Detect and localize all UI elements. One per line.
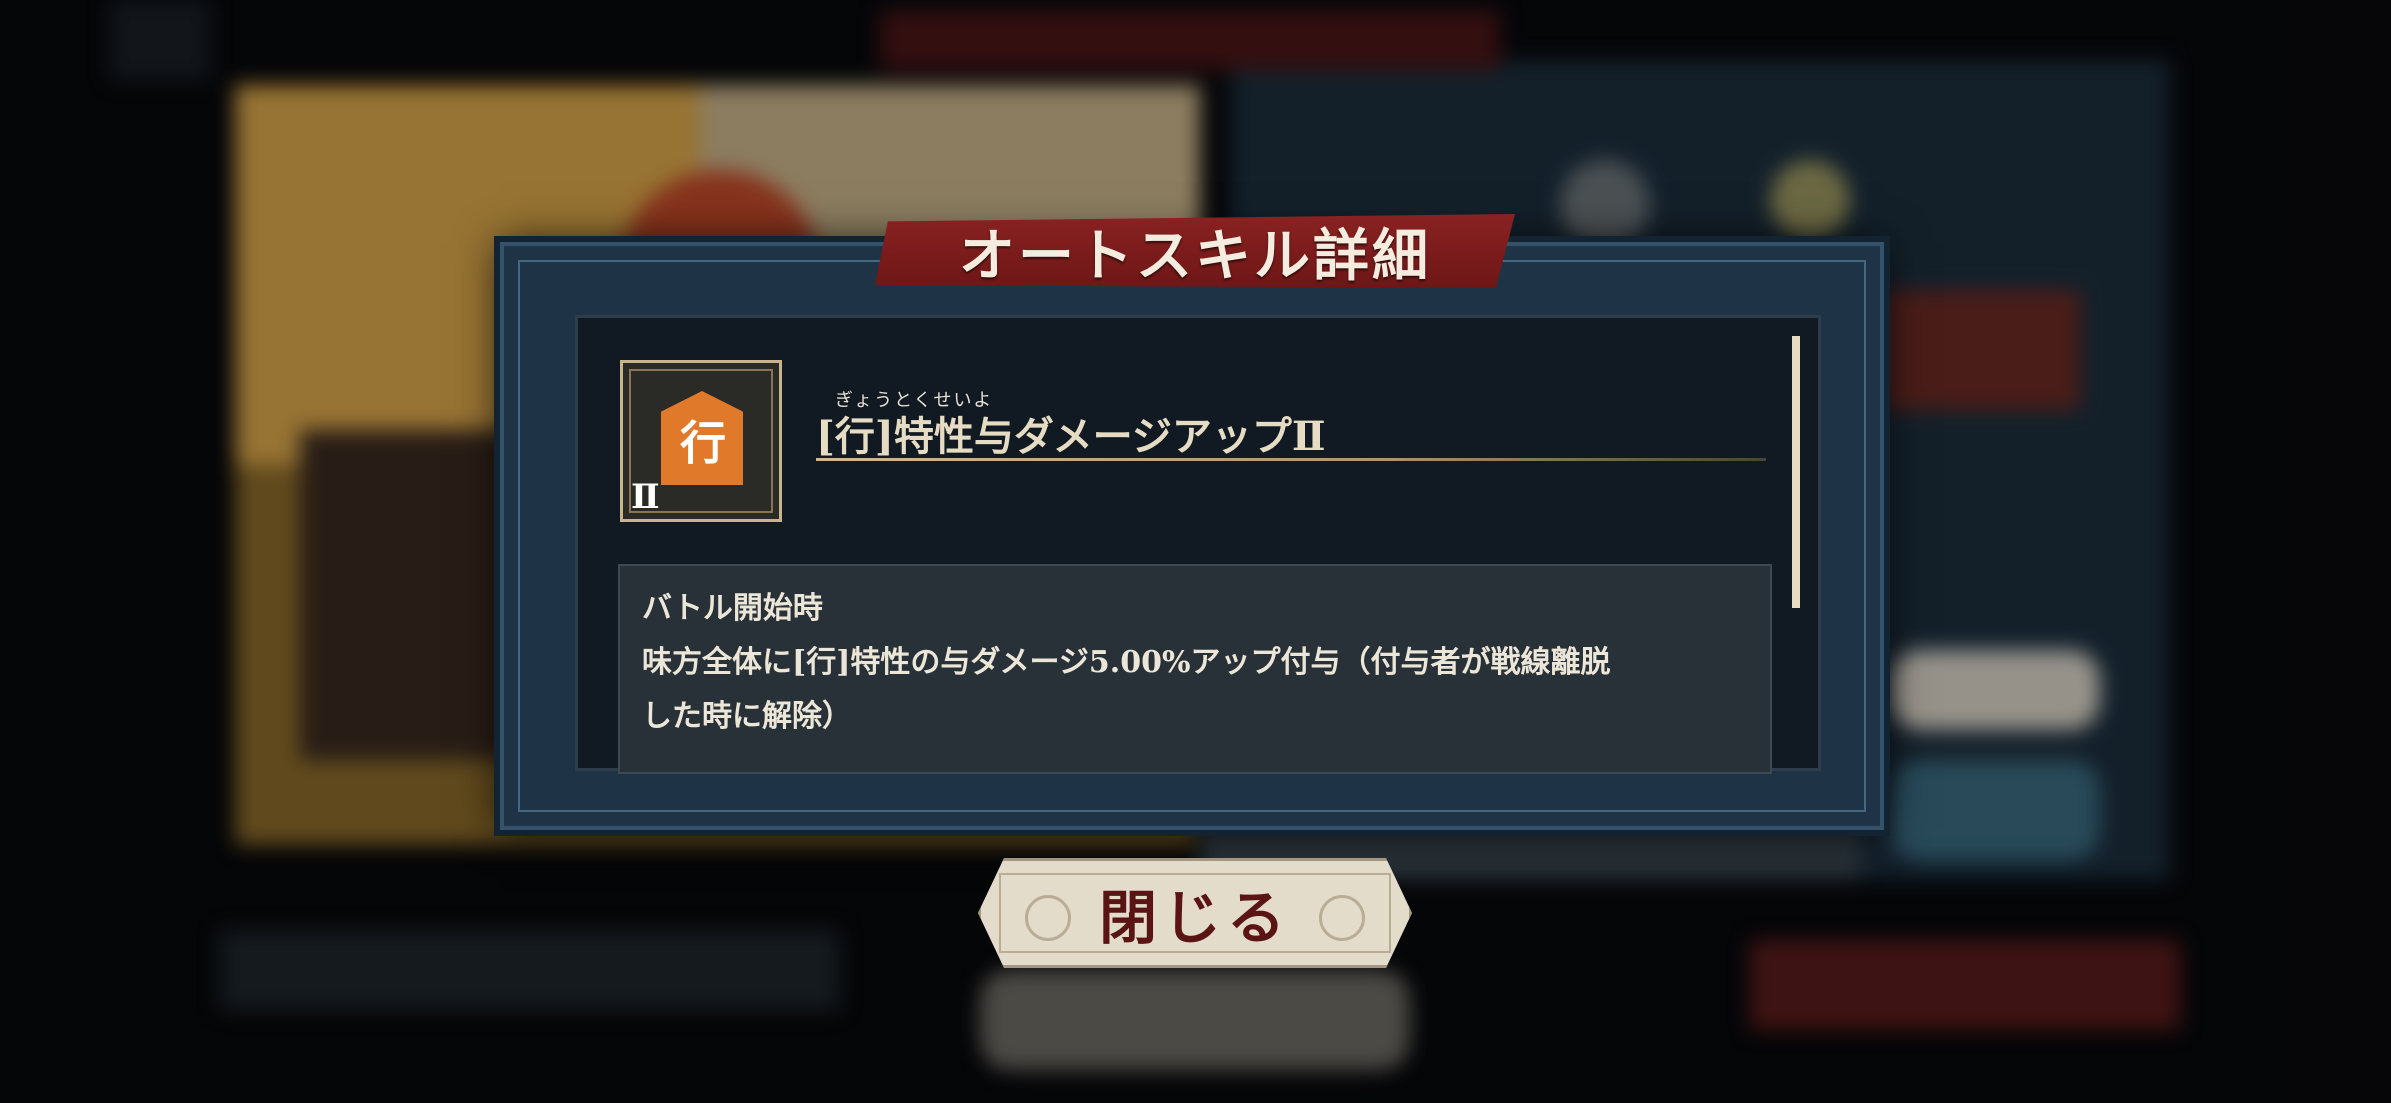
- skill-name: [行]特性与ダメージアップⅡ: [816, 413, 1326, 460]
- ornament-left-icon: [1025, 895, 1071, 941]
- description-line-3: した時に解除）: [642, 699, 852, 734]
- skill-name-divider: [816, 458, 1766, 461]
- description-line-1: バトル開始時: [642, 591, 823, 626]
- skill-icon-glyph: 行: [680, 416, 726, 470]
- skill-description: バトル開始時 味方全体に[行]特性の与ダメージ5.00%アップ付与（付与者が戦線…: [618, 564, 1772, 774]
- skill-rank-label: Ⅱ: [631, 477, 660, 517]
- dialog-title: オートスキル詳細: [959, 222, 1431, 289]
- sword-hex-skill-icon: 行 Ⅱ: [620, 360, 782, 522]
- ornament-right-icon: [1319, 895, 1365, 941]
- dialog-title-banner: オートスキル詳細: [875, 214, 1515, 288]
- close-button-label: 閉じる: [1098, 884, 1291, 952]
- close-button[interactable]: 閉じる: [978, 858, 1412, 968]
- description-line-2: 味方全体に[行]特性の与ダメージ5.00%アップ付与（付与者が戦線離脱: [642, 645, 1611, 680]
- description-scrollbar[interactable]: [1792, 336, 1800, 608]
